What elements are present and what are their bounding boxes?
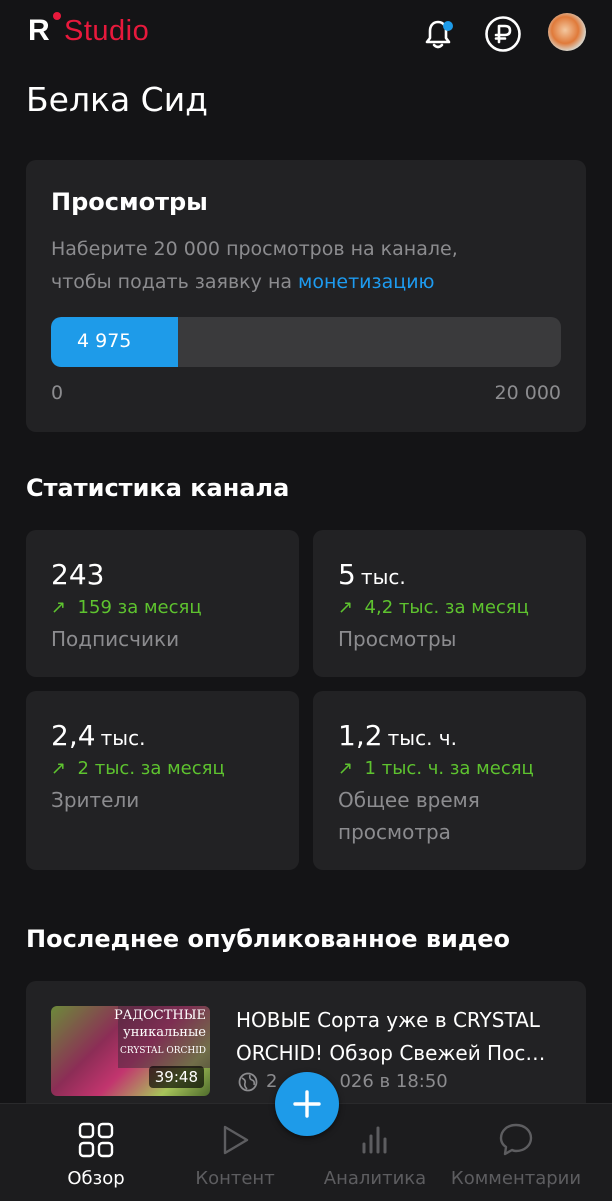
stat-card-views[interactable]: 5 тыс. ↗ 4,2 тыс. за месяц Просмотры xyxy=(313,530,586,677)
logo-dot xyxy=(53,12,61,20)
views-card-title: Просмотры xyxy=(51,188,208,216)
views-description-line-1: Наберите 20 000 просмотров на канале, xyxy=(51,238,458,260)
nav-label: Обзор xyxy=(67,1168,125,1189)
stat-delta-text: 2 тыс. за месяц xyxy=(77,758,225,779)
nav-item-overview[interactable]: Обзор xyxy=(55,1104,137,1201)
stat-label: Подписчики xyxy=(51,627,180,651)
avatar[interactable] xyxy=(548,13,586,51)
thumbnail-text-1: РАДОСТНЫЕ xyxy=(113,1008,206,1023)
stat-delta: ↗ 1 тыс. ч. за месяц xyxy=(338,758,534,779)
date-part-2: 026 в 18:50 xyxy=(339,1071,448,1092)
stat-unit: тыс. xyxy=(100,726,146,750)
video-title-line-2: ORCHID! Обзор Свежей Пос… xyxy=(236,1041,546,1065)
arrow-up-right-icon: ↗ xyxy=(338,758,354,779)
views-progress-value: 4 975 xyxy=(77,330,132,352)
thumbnail-text-3: CRYSTAL ORCHID xyxy=(119,1046,206,1056)
stat-unit: тыс. ч. xyxy=(387,726,457,750)
arrow-up-right-icon: ↗ xyxy=(51,597,67,618)
stat-label: Зрители xyxy=(51,788,140,812)
video-thumbnail[interactable]: РАДОСТНЫЕ уникальные CRYSTAL ORCHID 39:4… xyxy=(51,1006,210,1096)
stat-delta-text: 159 за месяц xyxy=(77,597,202,618)
views-progress-bar: 4 975 xyxy=(51,317,561,367)
nav-item-content[interactable]: Контент xyxy=(185,1104,285,1201)
video-publish-date: 2 026 в 18:50 xyxy=(238,1071,448,1092)
play-icon xyxy=(223,1125,249,1155)
stat-delta: ↗ 4,2 тыс. за месяц xyxy=(338,597,529,618)
stats-section-title: Статистика канала xyxy=(26,474,290,502)
monetization-link[interactable]: монетизацию xyxy=(298,271,435,293)
stat-delta: ↗ 2 тыс. за месяц xyxy=(51,758,225,779)
stat-delta: ↗ 159 за месяц xyxy=(51,597,202,618)
progress-max-label: 20 000 xyxy=(494,382,561,404)
stat-unit: тыс. xyxy=(360,565,406,589)
chat-bubble-icon xyxy=(499,1123,533,1156)
views-description-text: чтобы подать заявку на xyxy=(51,271,299,293)
stat-card-watch-time[interactable]: 1,2 тыс. ч. ↗ 1 тыс. ч. за месяц Общее в… xyxy=(313,691,586,870)
thumbnail-text-2: уникальные xyxy=(123,1025,206,1040)
date-part-1: 2 xyxy=(266,1071,278,1092)
stat-label-line-1: Общее время xyxy=(338,788,480,812)
ruble-icon xyxy=(485,16,521,52)
video-title[interactable]: НОВЫЕ Сорта уже в CRYSTAL ORCHID! Обзор … xyxy=(236,1004,566,1070)
grid-icon xyxy=(78,1122,114,1158)
logo-studio-text: Studio xyxy=(64,15,150,47)
plus-icon xyxy=(293,1090,321,1118)
stat-value: 2,4 xyxy=(51,719,96,752)
arrow-up-right-icon: ↗ xyxy=(51,758,67,779)
stat-delta-text: 1 тыс. ч. за месяц xyxy=(364,758,534,779)
monetization-button[interactable] xyxy=(483,14,523,54)
bar-chart-icon xyxy=(362,1126,387,1154)
video-duration: 39:48 xyxy=(148,1066,204,1088)
stat-delta-text: 4,2 тыс. за месяц xyxy=(364,597,529,618)
views-description-line-2: чтобы подать заявку на монетизацию xyxy=(51,266,571,299)
bell-icon xyxy=(425,20,453,49)
progress-min-label: 0 xyxy=(51,382,64,404)
stat-value: 5 xyxy=(338,558,356,591)
nav-item-analytics[interactable]: Аналитика xyxy=(320,1104,430,1201)
globe-icon xyxy=(238,1072,258,1091)
latest-video-section-title: Последнее опубликованное видео xyxy=(26,925,510,953)
nav-item-comments[interactable]: Комментарии xyxy=(450,1104,582,1201)
add-content-button[interactable] xyxy=(275,1072,339,1136)
video-title-line-1: НОВЫЕ Сорта уже в CRYSTAL xyxy=(236,1008,540,1032)
stat-value: 243 xyxy=(51,558,105,591)
stat-label: Общее время просмотра xyxy=(338,784,480,848)
channel-name: Белка Сид xyxy=(26,80,208,119)
stat-value: 1,2 xyxy=(338,719,383,752)
nav-label: Контент xyxy=(195,1168,275,1189)
stat-label: Просмотры xyxy=(338,627,457,651)
nav-label: Аналитика xyxy=(323,1168,427,1189)
arrow-up-right-icon: ↗ xyxy=(338,597,354,618)
stat-label-line-2: просмотра xyxy=(338,820,451,844)
stat-card-subscribers[interactable]: 243 ↗ 159 за месяц Подписчики xyxy=(26,530,299,677)
views-card-description: Наберите 20 000 просмотров на канале, чт… xyxy=(51,233,571,299)
logo-r: R xyxy=(28,14,50,47)
notifications-button[interactable] xyxy=(418,14,458,54)
notification-dot xyxy=(443,21,453,31)
nav-label: Комментарии xyxy=(450,1168,582,1189)
stat-card-viewers[interactable]: 2,4 тыс. ↗ 2 тыс. за месяц Зрители xyxy=(26,691,299,870)
